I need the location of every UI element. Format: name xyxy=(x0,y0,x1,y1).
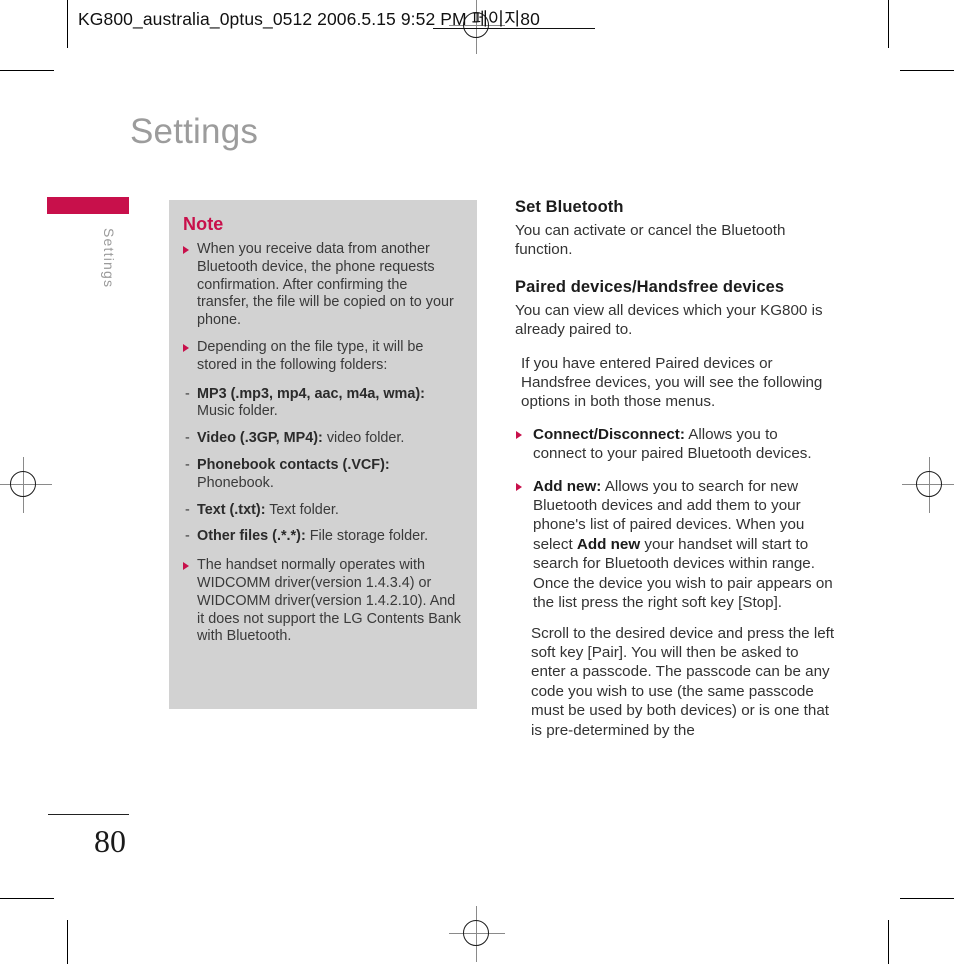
note-bullet-text: Depending on the file type, it will be s… xyxy=(197,338,424,373)
file-type-item: - Text (.txt): Text folder. xyxy=(183,502,461,520)
file-type-label: Video (.3GP, MP4): xyxy=(197,430,323,447)
page-title: Settings xyxy=(130,112,259,151)
option-label: Add new: xyxy=(533,477,602,495)
file-type-item: - MP3 (.mp3, mp4, aac, m4a, wma): Music … xyxy=(183,386,461,422)
option-bullet-connect-disconnect: Connect/Disconnect: Allows you to connec… xyxy=(515,425,835,464)
crop-mark-bottom-left-vertical xyxy=(67,920,68,964)
triangle-bullet-icon xyxy=(516,482,522,491)
crop-mark-bottom-left-horizontal xyxy=(0,898,54,899)
folio-rule xyxy=(48,814,129,816)
crop-mark-top-right-horizontal xyxy=(900,70,954,71)
registration-mark-left xyxy=(0,457,52,513)
dash-marker: - xyxy=(185,385,190,402)
option-label: Connect/Disconnect: xyxy=(533,425,685,443)
dash-marker: - xyxy=(185,528,190,545)
dash-marker: - xyxy=(185,456,190,473)
note-bullet-text: When you receive data from another Bluet… xyxy=(197,241,454,329)
registration-mark-right xyxy=(902,457,954,513)
triangle-bullet-icon xyxy=(516,430,522,439)
dash-marker: - xyxy=(185,430,190,447)
running-head-text: KG800_australia_0ptus_0512 2006.5.15 9:5… xyxy=(78,9,540,29)
file-type-value: Text folder. xyxy=(265,501,339,518)
triangle-bullet-icon xyxy=(183,246,189,254)
note-box: Note When you receive data from another … xyxy=(169,200,477,709)
page-number: 80 xyxy=(94,823,126,859)
file-type-value: video folder. xyxy=(322,430,405,447)
running-head: KG800_australia_0ptus_0512 2006.5.15 9:5… xyxy=(78,6,595,31)
registration-mark-bottom xyxy=(449,906,505,962)
chapter-tab-label: Settings xyxy=(101,228,117,289)
file-type-label: Phonebook contacts (.VCF): xyxy=(197,456,390,473)
crop-mark-bottom-right-horizontal xyxy=(900,898,954,899)
crop-mark-top-right-vertical xyxy=(888,0,889,48)
file-type-value: File storage folder. xyxy=(305,528,429,545)
section-heading-set-bluetooth: Set Bluetooth xyxy=(515,198,624,216)
note-bullet: Depending on the file type, it will be s… xyxy=(183,339,461,375)
option-bullet-add-new: Add new: Allows you to search for new Bl… xyxy=(515,477,835,613)
section-paragraph: You can view all devices which your KG80… xyxy=(515,301,823,339)
file-type-label: MP3 (.mp3, mp4, aac, m4a, wma): xyxy=(197,385,425,402)
file-type-label: Other files (.*.*): xyxy=(197,528,306,545)
manual-page: KG800_australia_0ptus_0512 2006.5.15 9:5… xyxy=(0,0,954,964)
crop-mark-bottom-right-vertical xyxy=(888,920,889,964)
triangle-bullet-icon xyxy=(183,562,189,571)
running-head-rule xyxy=(433,28,595,29)
option-emphasis: Add new xyxy=(576,535,641,553)
crop-mark-top-left-horizontal xyxy=(0,70,54,71)
file-type-item: - Phonebook contacts (.VCF): Phonebook. xyxy=(183,457,461,493)
section-heading-paired-devices: Paired devices/Handsfree devices xyxy=(515,277,785,296)
chapter-tab-bar xyxy=(47,197,129,214)
file-type-item: - Other files (.*.*): File storage folde… xyxy=(183,528,461,546)
section-paragraph: Scroll to the desired device and press t… xyxy=(531,624,835,739)
file-type-item: - Video (.3GP, MP4): video folder. xyxy=(183,430,461,448)
triangle-bullet-icon xyxy=(183,343,189,352)
note-title: Note xyxy=(183,214,224,234)
file-type-list: - MP3 (.mp3, mp4, aac, m4a, wma): Music … xyxy=(183,386,461,547)
crop-mark-top-left-vertical xyxy=(67,0,68,48)
right-column: Set Bluetooth You can activate or cancel… xyxy=(515,198,835,744)
note-bullet: The handset normally operates with WIDCO… xyxy=(183,557,461,646)
file-type-value: Music folder. xyxy=(197,403,278,420)
note-bullet: When you receive data from another Bluet… xyxy=(183,241,461,330)
dash-marker: - xyxy=(185,501,190,518)
section-paragraph: If you have entered Paired devices or Ha… xyxy=(521,354,823,411)
section-paragraph: You can activate or cancel the Bluetooth… xyxy=(515,222,786,259)
note-bullet-text: The handset normally operates with WIDCO… xyxy=(197,557,461,645)
file-type-label: Text (.txt): xyxy=(197,501,266,518)
file-type-value: Phonebook. xyxy=(197,474,274,491)
